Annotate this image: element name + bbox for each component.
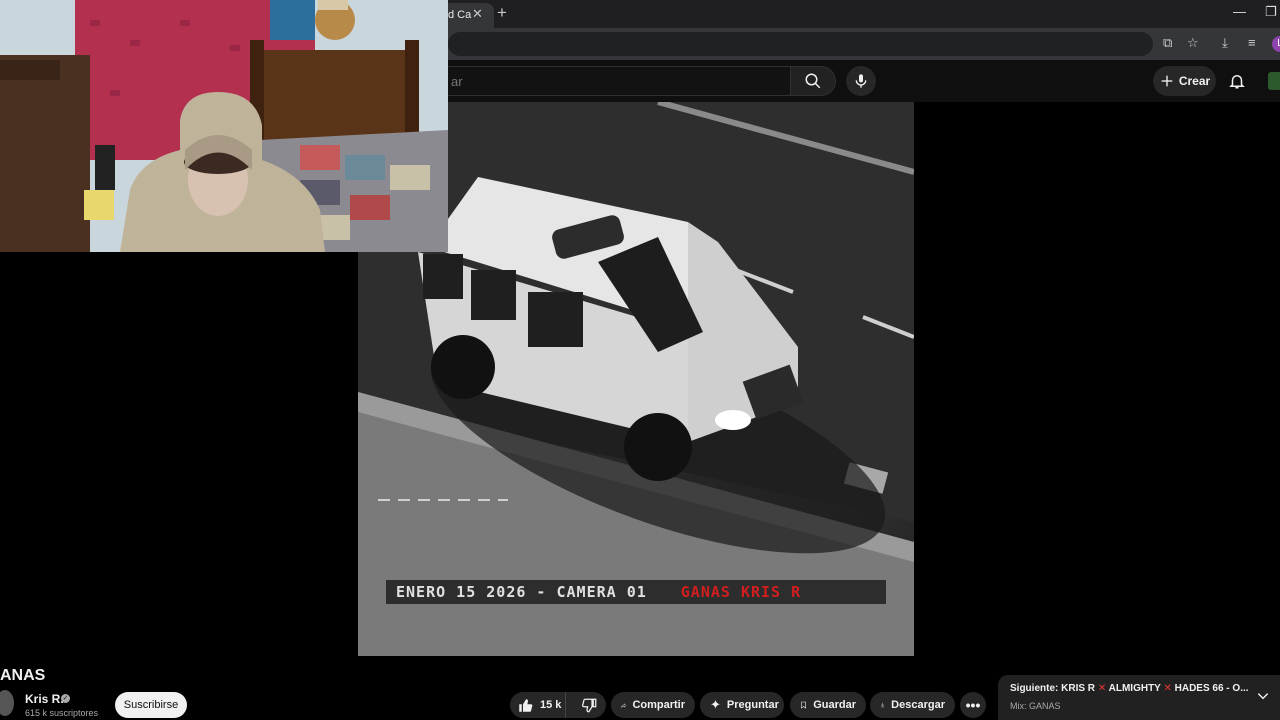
tab-title: d Ca [448,9,472,21]
autoplay-next-card[interactable]: Siguiente: KRIS R ✕ ALMIGHTY ✕ HADES 66 … [998,675,1280,720]
minimize-icon[interactable]: — [1233,4,1246,19]
download-button[interactable]: Descargar [870,692,955,718]
channel-avatar[interactable] [0,690,14,716]
profile-avatar[interactable]: L [1272,36,1280,52]
share-button[interactable]: Compartir [611,692,695,718]
webcam-image [0,0,448,252]
save-label: Guardar [813,699,856,711]
account-avatar[interactable] [1268,72,1280,90]
next-prefix: Siguiente: [1010,683,1059,694]
search-icon [805,73,821,89]
separator-x-icon: ✕ [1097,683,1107,694]
channel-name[interactable]: Kris R. [25,692,64,706]
next-artist-2: ALMIGHTY [1108,683,1161,694]
next-song: HADES 66 - O... [1174,683,1249,694]
ask-label: Preguntar [726,699,779,711]
address-bar[interactable] [448,32,1153,56]
subscribe-button[interactable]: Suscribirse [115,692,187,718]
create-button[interactable]: Crear [1153,66,1216,96]
verified-icon: ✓ [61,694,70,703]
like-count: 15 k [540,699,562,711]
search-input[interactable] [440,66,790,96]
new-tab-icon[interactable]: + [497,3,507,23]
microphone-icon [855,74,867,88]
more-icon: ••• [965,697,981,713]
download-label: Descargar [891,699,945,711]
downloads-icon[interactable]: ⤓ [1222,35,1228,51]
voice-search-button[interactable] [846,66,876,96]
notifications-button[interactable] [1224,68,1250,94]
separator-x-icon: ✕ [1163,683,1172,694]
chevron-down-icon[interactable] [1256,689,1270,703]
camera-timestamp-overlay: ENERO 15 2026 - CAMERA 01 GANAS KRIS R [386,580,886,604]
tab-close-icon[interactable]: ✕ [472,6,483,22]
camera-tag: GANAS KRIS R [680,583,802,601]
bookmark-icon [801,701,807,709]
thumbs-up-icon [519,698,533,712]
screen: d Ca ✕ + — ❐ ⧉ ☆ ⤓ ≡ L Crear [0,0,1280,720]
restore-icon[interactable]: ❐ [1265,4,1277,20]
share-label: Compartir [632,699,685,711]
search-button[interactable] [790,66,836,96]
next-artist-1: KRIS R [1061,683,1096,694]
video-title: ANAS [0,667,46,684]
media-icon[interactable]: ≡ [1248,35,1256,50]
more-actions-button[interactable]: ••• [960,692,986,718]
like-dislike-group: 15 k [510,692,606,718]
camera-timestamp: ENERO 15 2026 - CAMERA 01 [396,583,647,601]
install-app-icon[interactable]: ⧉ [1163,35,1172,51]
dislike-button[interactable] [572,692,606,718]
next-up-mix: Mix: GANAS [1010,701,1061,711]
bell-icon [1229,75,1245,89]
next-up-title: Siguiente: KRIS R ✕ ALMIGHTY ✕ HADES 66 … [1010,683,1249,694]
save-button[interactable]: Guardar [790,692,866,718]
plus-icon [1161,75,1173,87]
webcam-overlay [0,0,448,252]
subscriber-count: 615 k suscriptores [25,708,99,718]
sparkle-icon: ✦ [710,697,721,712]
like-button[interactable]: 15 k [510,692,567,718]
ask-button[interactable]: ✦ Preguntar [700,692,784,718]
thumbs-down-icon [581,698,597,712]
download-icon [880,702,885,708]
bookmark-star-icon[interactable]: ☆ [1187,35,1199,51]
create-label: Crear [1178,74,1211,88]
share-icon [621,702,627,708]
